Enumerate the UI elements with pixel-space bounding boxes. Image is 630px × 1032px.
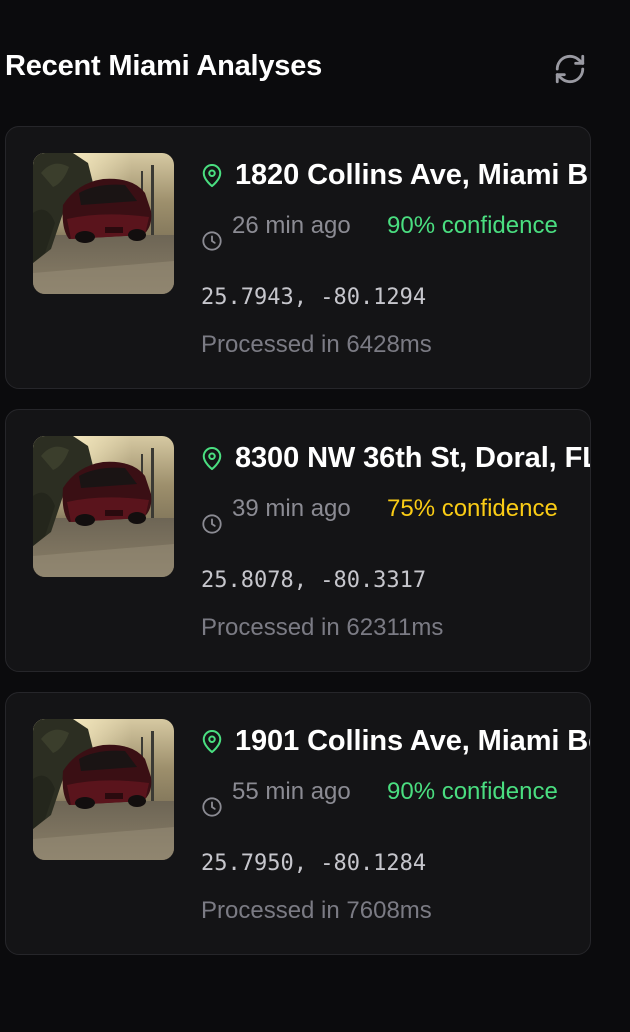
clock-icon: [202, 797, 222, 817]
address-text: 1820 Collins Ave, Miami B: [235, 159, 589, 191]
clock-icon: [202, 231, 222, 251]
car-thumbnail: [33, 153, 174, 294]
time-ago: 26 min ago: [232, 212, 351, 239]
confidence-label: 90% confidence: [387, 212, 558, 239]
address-row: 1820 Collins Ave, Miami B: [201, 157, 590, 197]
time-ago: 39 min ago: [232, 495, 351, 522]
map-pin-icon: [202, 447, 222, 471]
refresh-icon: [555, 54, 585, 84]
address-text: 1901 Collins Ave, Miami Beach: [235, 725, 590, 757]
map-pin-icon: [202, 730, 222, 754]
panel-title: Recent Miami Analyses: [5, 50, 323, 82]
car-thumbnail: [33, 436, 174, 577]
time-ago: 55 min ago: [232, 778, 351, 805]
refresh-button[interactable]: [550, 49, 590, 89]
coordinates: 25.8078, -80.3317: [201, 568, 427, 593]
processing-time: Processed in 7608ms: [201, 897, 432, 924]
address-row: 8300 NW 36th St, Doral, FL: [201, 440, 591, 480]
processing-time: Processed in 6428ms: [201, 331, 432, 358]
recent-analyses-panel: Recent Miami Analyses 1820 Collins Ave, …: [0, 0, 630, 1032]
panel-header: Recent Miami Analyses: [0, 40, 630, 96]
car-thumbnail: [33, 719, 174, 860]
coordinates: 25.7943, -80.1294: [201, 285, 427, 310]
analysis-card[interactable]: 8300 NW 36th St, Doral, FL 39 min ago 75…: [5, 409, 591, 672]
analysis-card[interactable]: 1901 Collins Ave, Miami Beach 55 min ago…: [5, 692, 591, 955]
address-text: 8300 NW 36th St, Doral, FL: [235, 442, 591, 474]
confidence-label: 75% confidence: [387, 495, 558, 522]
clock-icon: [202, 514, 222, 534]
confidence-label: 90% confidence: [387, 778, 558, 805]
address-row: 1901 Collins Ave, Miami Beach: [201, 723, 590, 763]
analysis-card[interactable]: 1820 Collins Ave, Miami B 26 min ago 90%…: [5, 126, 591, 389]
map-pin-icon: [202, 164, 222, 188]
processing-time: Processed in 62311ms: [201, 614, 444, 641]
coordinates: 25.7950, -80.1284: [201, 851, 427, 876]
